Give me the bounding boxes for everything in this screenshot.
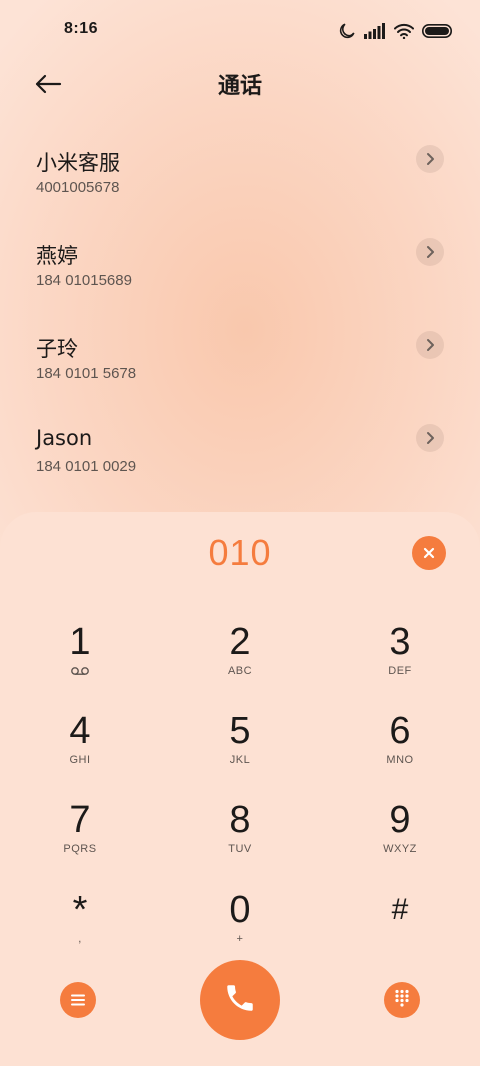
keypad-toggle-button[interactable] [384,982,420,1018]
key-digit: 0 [229,889,251,931]
key-digit: 3 [389,621,411,663]
key-letters: WXYZ [383,843,417,855]
key-digit: # [391,893,409,926]
menu-icon [71,991,85,1010]
menu-button[interactable] [60,982,96,1018]
key-digit: 4 [69,710,91,752]
header: 通话 [0,60,480,116]
key-letters: ABC [227,665,253,677]
key-digit: 7 [69,799,91,841]
voicemail-icon [20,666,140,676]
key-4[interactable]: 4 GHI [20,709,140,789]
key-digit: 2 [229,621,251,663]
status-icons [338,20,452,42]
contact-list: 小米客服 4001005678 燕婷 184 01015689 子玲 184 0… [0,125,480,497]
key-9[interactable]: 9 WXYZ [340,798,460,878]
contact-name: Jason [36,426,93,450]
dialpad-icon [394,989,410,1011]
key-letters: GHI [69,754,91,766]
contact-item[interactable]: 燕婷 184 01015689 [0,218,480,311]
close-icon [423,544,435,563]
key-digit: 1 [69,621,91,663]
status-bar: 8:16 [0,0,480,60]
contact-number: 4001005678 [36,179,120,196]
key-3[interactable]: 3 DEF [340,620,460,700]
chevron-right-icon[interactable] [416,238,444,266]
key-letters: MNO [386,754,414,766]
key-digit: 8 [229,799,251,841]
contact-item[interactable]: Jason 184 0101 0029 [0,404,480,497]
key-digit: * [72,889,88,931]
chevron-right-icon[interactable] [416,331,444,359]
contact-number: 184 0101 0029 [36,458,137,475]
key-letters: + [236,933,244,945]
wifi-icon [394,23,414,39]
key-star[interactable]: * , [20,888,140,968]
chevron-right-icon[interactable] [416,424,444,452]
key-letters: TUV [228,843,252,855]
dialer-bottom-bar [0,960,480,1044]
chevron-right-icon[interactable] [416,145,444,173]
key-5[interactable]: 5 JKL [180,709,300,789]
key-7[interactable]: 7 PQRS [20,798,140,878]
key-letters: JKL [229,754,251,766]
contact-item[interactable]: 小米客服 4001005678 [0,125,480,218]
contact-number: 184 01015689 [36,272,132,289]
battery-icon [422,24,452,38]
key-6[interactable]: 6 MNO [340,709,460,789]
moon-icon [338,22,356,40]
contact-item[interactable]: 子玲 184 0101 5678 [0,311,480,404]
contact-number: 184 0101 5678 [36,365,137,382]
key-digit: 9 [389,799,411,841]
signal-icon [364,23,386,39]
dialer-panel: 010 1 2 ABC 3 DEF 4 GHI 5 JKL 6 MNO 7 PQ… [0,512,480,1066]
contact-name: 燕婷 [36,244,78,268]
key-0[interactable]: 0 + [180,888,300,968]
key-letters: DEF [388,665,412,677]
key-1[interactable]: 1 [20,620,140,700]
key-hash[interactable]: # [340,888,460,968]
dialed-number[interactable]: 010 [0,532,480,574]
clear-button[interactable] [412,536,446,570]
key-letters: , [78,933,82,945]
status-time: 8:16 [64,20,99,37]
page-title: 通话 [217,74,262,99]
phone-icon [223,981,257,1019]
key-letters: PQRS [63,843,97,855]
call-button[interactable] [200,960,280,1040]
key-digit: 5 [229,710,251,752]
key-8[interactable]: 8 TUV [180,798,300,878]
key-digit: 6 [389,710,411,752]
contact-name: 小米客服 [36,151,120,175]
key-2[interactable]: 2 ABC [180,620,300,700]
contact-name: 子玲 [36,337,78,361]
